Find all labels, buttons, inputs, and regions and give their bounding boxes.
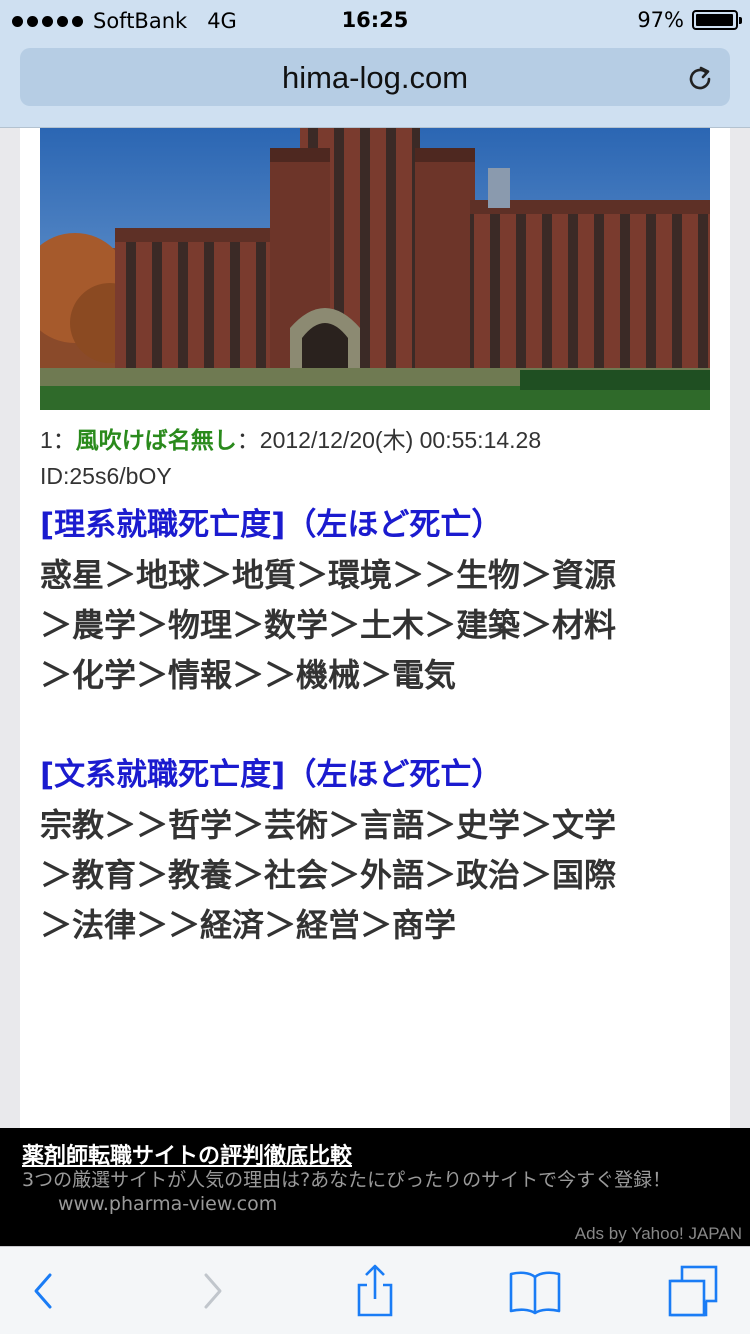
- ad-url[interactable]: www.pharma-view.com: [58, 1193, 277, 1215]
- ad-description: 3つの厳選サイトが人気の理由は?あなたにぴったりのサイトで今すぐ登録！: [22, 1169, 672, 1191]
- status-bar: SoftBank 4G 16:25 97%: [0, 0, 750, 40]
- tabs-icon[interactable]: [666, 1263, 722, 1319]
- post-meta: 1：風吹けば名無し：2012/12/20(木) 00:55:14.28 ID:2…: [40, 422, 541, 494]
- humanities-ranking: [文系就職死亡度]（左ほど死亡） 宗教＞＞哲学＞芸術＞言語＞史学＞文学 ＞教育＞…: [40, 750, 710, 950]
- address-bar[interactable]: hima-log.com: [20, 48, 730, 106]
- battery-group: 97%: [637, 8, 742, 32]
- url-text: hima-log.com: [281, 60, 469, 95]
- forward-icon[interactable]: [184, 1263, 240, 1319]
- ad-title[interactable]: 薬剤師転職サイトの評判徹底比較: [22, 1138, 352, 1170]
- ad-credit[interactable]: Ads by Yahoo! JAPAN: [575, 1224, 742, 1244]
- ad-banner[interactable]: 薬剤師転職サイトの評判徹底比較 3つの厳選サイトが人気の理由は?あなたにぴったり…: [0, 1128, 750, 1246]
- humanities-line-2: ＞教育＞教養＞社会＞外語＞政治＞国際: [40, 856, 617, 894]
- browser-toolbar: [0, 1246, 750, 1334]
- bookmarks-icon[interactable]: [507, 1263, 563, 1319]
- science-ranking: [理系就職死亡度]（左ほど死亡） 惑星＞地球＞地質＞環境＞＞生物＞資源 ＞農学＞…: [40, 500, 710, 700]
- reload-icon[interactable]: [684, 62, 716, 94]
- back-icon[interactable]: [16, 1263, 72, 1319]
- science-heading: [理系就職死亡度]（左ほど死亡）: [40, 507, 503, 543]
- page-content: 1：風吹けば名無し：2012/12/20(木) 00:55:14.28 ID:2…: [20, 128, 730, 1128]
- ad-description-block: 3つの厳選サイトが人気の理由は?あなたにぴったりのサイトで今すぐ登録！www.p…: [22, 1168, 702, 1216]
- post-datetime: 2012/12/20(木) 00:55:14.28: [259, 427, 542, 453]
- humanities-heading: [文系就職死亡度]（左ほど死亡）: [40, 757, 503, 793]
- science-line-3: ＞化学＞情報＞＞機械＞電気: [40, 656, 457, 694]
- battery-icon: [692, 10, 742, 30]
- building-photo: [40, 128, 710, 410]
- poster-name[interactable]: 風吹けば名無し: [76, 427, 237, 453]
- browser-nav-bar: hima-log.com: [0, 40, 750, 128]
- poster-id: ID:25s6/bOY: [40, 463, 172, 489]
- share-icon[interactable]: [347, 1263, 403, 1319]
- humanities-line-3: ＞法律＞＞経済＞経営＞商学: [40, 906, 457, 944]
- humanities-line-1: 宗教＞＞哲学＞芸術＞言語＞史学＞文学: [40, 806, 617, 844]
- science-line-1: 惑星＞地球＞地質＞環境＞＞生物＞資源: [40, 556, 617, 594]
- battery-percent: 97%: [637, 8, 684, 32]
- science-line-2: ＞農学＞物理＞数学＞土木＞建築＞材料: [40, 606, 617, 644]
- post-number: 1: [40, 427, 53, 453]
